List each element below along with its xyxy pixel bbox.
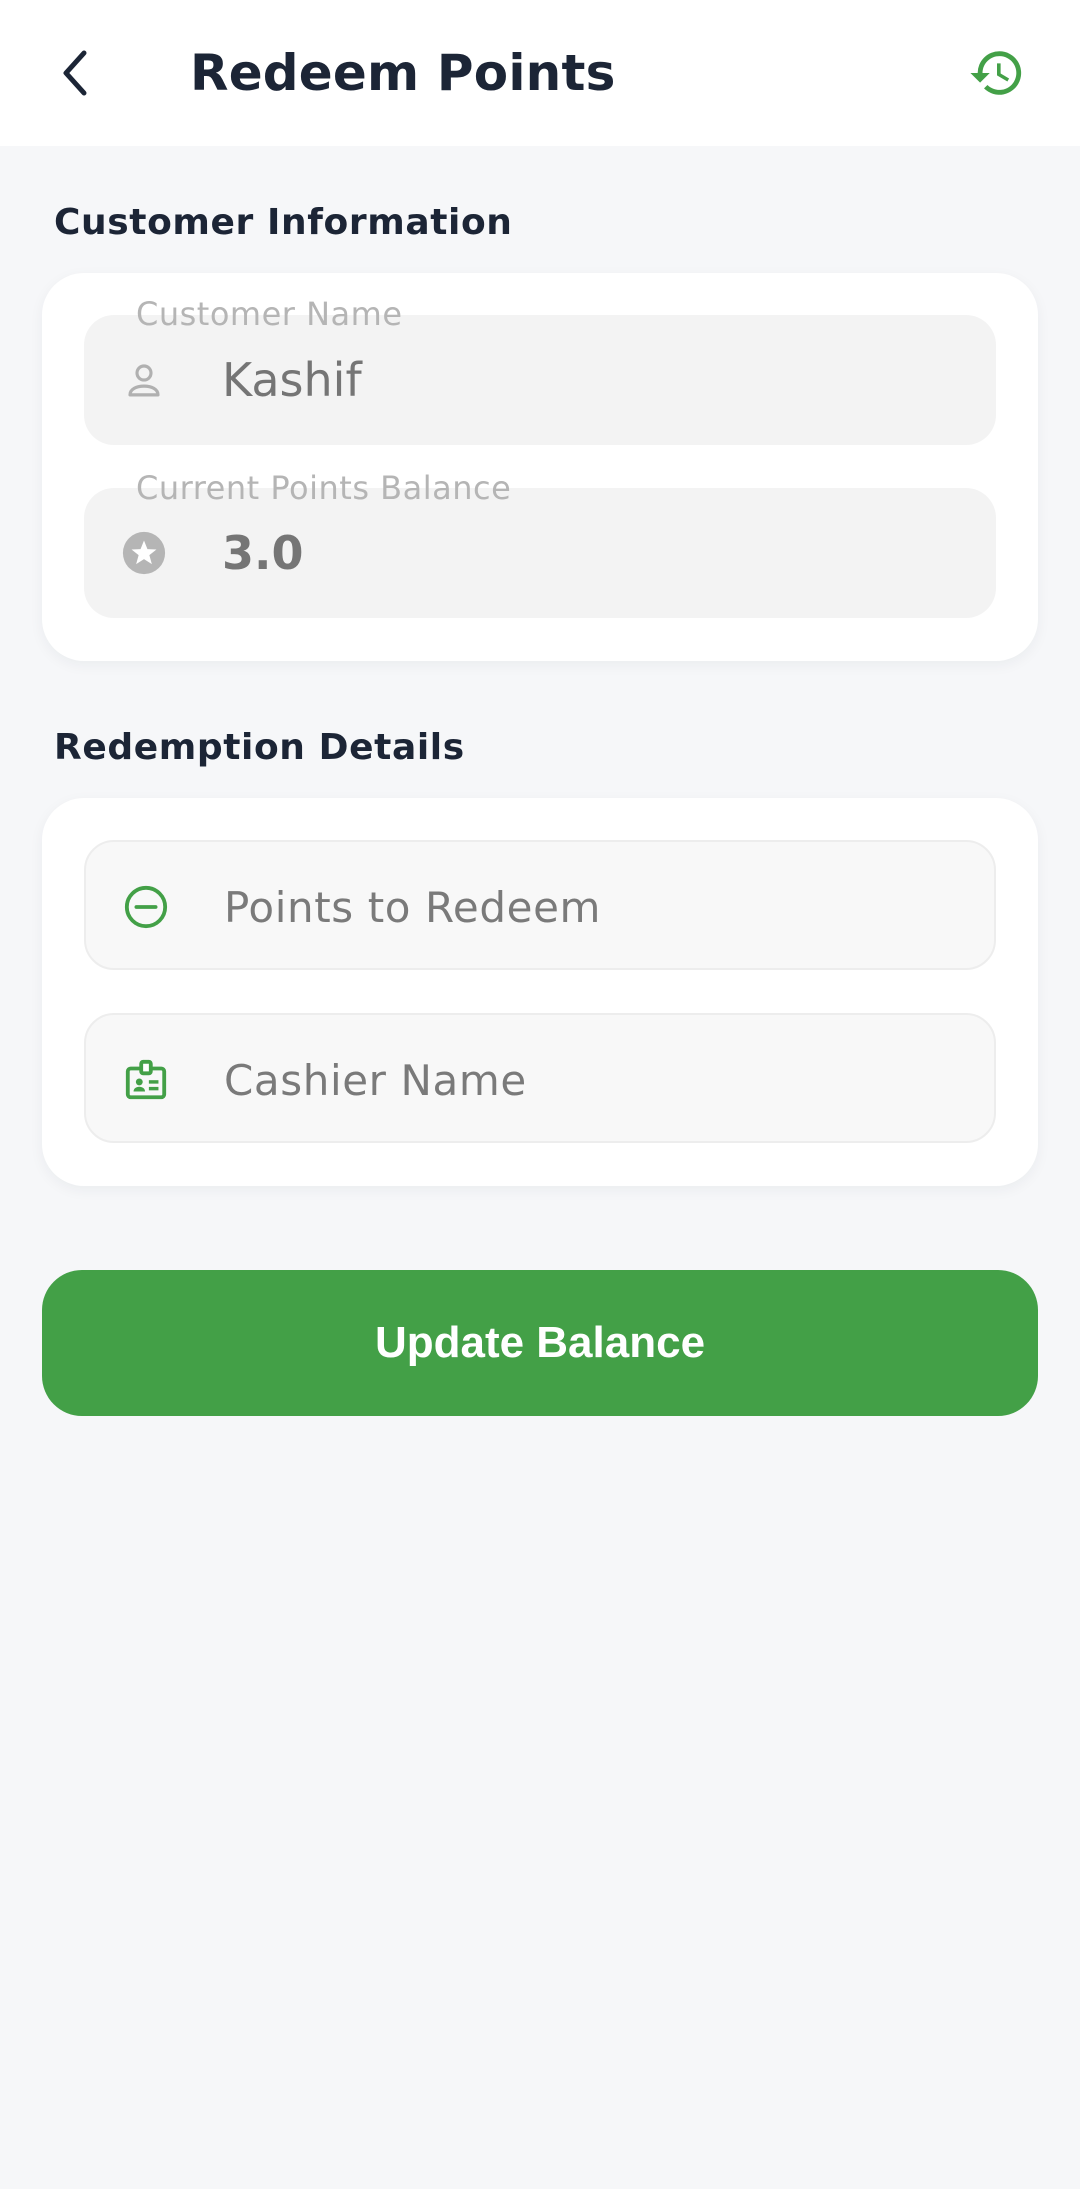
customer-info-card: Kashif Customer Name 3.0 Current Points … [42, 273, 1038, 661]
points-to-redeem-input[interactable]: Points to Redeem [84, 840, 996, 970]
points-balance-value: 3.0 [222, 526, 304, 580]
customer-name-label: Customer Name [136, 295, 403, 333]
chevron-left-icon [63, 50, 87, 96]
app-bar: Redeem Points [0, 0, 1080, 146]
customer-info-heading: Customer Information [54, 202, 513, 243]
cashier-name-input[interactable]: Cashier Name [84, 1013, 996, 1143]
history-icon [970, 51, 1022, 95]
points-balance-field: 3.0 [84, 488, 996, 618]
star-circle-icon [120, 529, 168, 577]
points-to-redeem-placeholder: Points to Redeem [224, 882, 602, 932]
customer-name-field: Kashif [84, 315, 996, 445]
redemption-details-card: Points to Redeem Cashier Name [42, 798, 1038, 1186]
points-balance-label: Current Points Balance [136, 469, 512, 507]
minus-circle-icon [122, 883, 170, 931]
page-title: Redeem Points [190, 44, 616, 102]
back-button[interactable] [42, 38, 106, 108]
person-icon [120, 356, 168, 404]
update-balance-button[interactable]: Update Balance [42, 1270, 1038, 1416]
history-button[interactable] [960, 38, 1034, 108]
customer-name-value: Kashif [222, 353, 362, 407]
cashier-name-placeholder: Cashier Name [224, 1055, 527, 1105]
badge-icon [122, 1056, 170, 1104]
redemption-details-heading: Redemption Details [54, 727, 465, 768]
